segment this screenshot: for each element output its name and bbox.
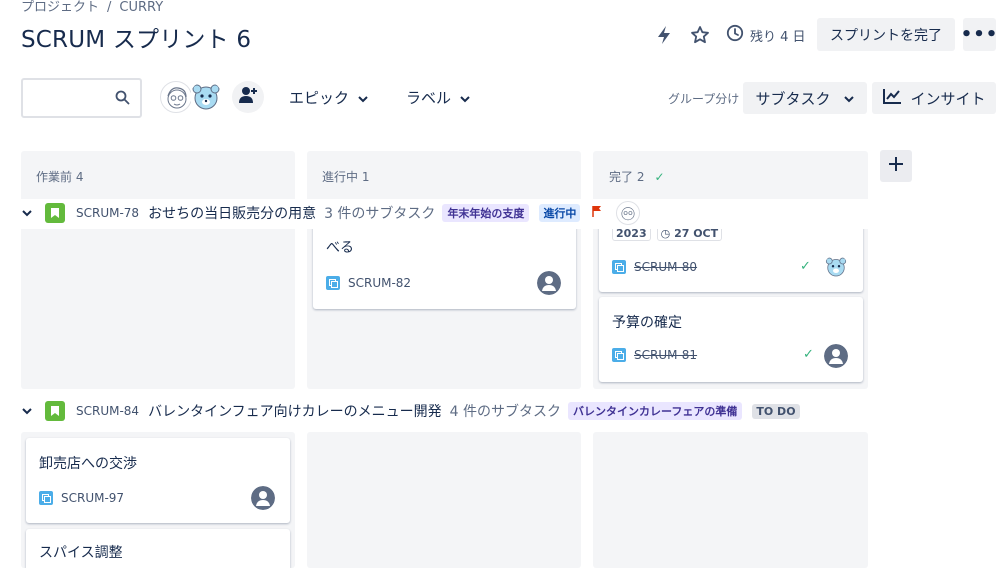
chevron-down-icon (357, 89, 369, 107)
card-spice-adjust[interactable]: スパイス調整 (26, 529, 290, 568)
card-key-row: SCRUM-81 (612, 348, 697, 362)
subtask-icon (39, 491, 53, 505)
days-left-text: 残り 4 日 (750, 29, 806, 45)
insight-chart-icon (882, 87, 902, 109)
column-inprogress-lane2 (307, 432, 581, 568)
swimlane-scrum-84[interactable]: SCRUM-84 バレンタインフェア向けカレーのメニュー開発 4 件のサブタスク… (21, 399, 800, 423)
check-icon: ✓ (654, 169, 665, 184)
group-by-label: グループ分け (668, 92, 740, 106)
swimlane-status-lozenge: TO DO (752, 403, 800, 419)
swimlane-title: おせちの当日販売分の用意 (148, 206, 317, 222)
column-header-inprogress: 進行中 1 (322, 168, 369, 185)
swimlane-key[interactable]: SCRUM-84 (76, 404, 139, 418)
add-person-button[interactable] (232, 81, 264, 113)
sprint-days-left: 残り 4 日 (726, 24, 806, 46)
filter-label-dropdown[interactable]: ラベル (406, 87, 471, 108)
complete-sprint-button[interactable]: スプリントを完了 (817, 18, 955, 51)
more-actions-button[interactable]: ••• (961, 18, 997, 51)
column-count: 1 (361, 170, 370, 184)
page-title: SCRUM スプリント 6 (21, 27, 252, 53)
avatar-default-icon[interactable] (537, 271, 561, 295)
card-scrum-81[interactable]: 予算の確定 SCRUM-81 ✓ (599, 297, 863, 382)
insights-button[interactable]: インサイト (872, 82, 996, 114)
group-by-value: サブタスク (755, 89, 831, 108)
card-title: スパイス調整 (39, 545, 123, 561)
swimlane-title: バレンタインフェア向けカレーのメニュー開発 (148, 404, 442, 420)
card-key-row: SCRUM-97 (39, 491, 124, 505)
clock-icon (726, 24, 744, 46)
card-assignee-avatar[interactable] (824, 255, 848, 279)
swimlane-key[interactable]: SCRUM-78 (76, 206, 139, 220)
check-icon: ✓ (800, 259, 811, 274)
lightning-icon[interactable] (652, 23, 676, 47)
plus-icon (887, 155, 905, 177)
column-name: 進行中 (322, 170, 359, 184)
card-title: 卸売店への交渉 (39, 456, 137, 472)
breadcrumb-separator: / (107, 0, 112, 15)
avatar-user-2[interactable] (190, 81, 222, 113)
column-count: 2 (636, 170, 645, 184)
column-count: 4 (75, 170, 84, 184)
avatar-default-icon[interactable] (824, 344, 848, 368)
column-todo-lane1 (21, 151, 295, 389)
star-icon[interactable] (688, 23, 712, 47)
avatar-default-icon[interactable] (251, 486, 275, 510)
filter-epic-dropdown[interactable]: エピック (289, 87, 369, 108)
breadcrumb-projects-link[interactable]: プロジェクト (21, 0, 99, 15)
card-key[interactable]: SCRUM-82 (348, 276, 411, 290)
breadcrumb-project-link[interactable]: CURRY (119, 0, 163, 15)
chevron-down-icon[interactable] (21, 205, 33, 221)
swimlane-scrum-78[interactable]: SCRUM-78 おせちの当日販売分の用意 3 件のサブタスク 年末年始の支度 … (21, 201, 641, 225)
avatar-user-1[interactable] (160, 81, 192, 113)
column-name: 作業前 (36, 170, 73, 184)
search-box (21, 78, 142, 118)
subtask-icon (612, 260, 626, 274)
card-key[interactable]: SCRUM-81 (634, 348, 697, 362)
search-icon[interactable] (115, 90, 130, 109)
card-key-row: SCRUM-82 (326, 276, 411, 290)
swimlane-subtask-count: 4 件のサブタスク (449, 404, 562, 420)
add-column-button[interactable] (880, 150, 912, 182)
card-key[interactable]: SCRUM-97 (61, 491, 124, 505)
search-input[interactable] (31, 80, 115, 114)
flag-icon (592, 205, 602, 221)
story-icon (45, 401, 65, 421)
chevron-down-icon (843, 89, 855, 107)
subtask-icon (326, 276, 340, 290)
card-scrum-97[interactable]: 卸売店への交渉 SCRUM-97 (26, 438, 290, 523)
card-title: 予算の確定 (612, 315, 682, 331)
swimlane-status-lozenge: 進行中 (539, 204, 581, 222)
swimlane-epic-label: バレンタインカレーフェアの準備 (568, 402, 743, 420)
card-key-row: SCRUM-80 (612, 260, 697, 274)
card-scrum-80[interactable]: 2023 ◷ 27 OCT SCRUM-80 ✓ (599, 222, 863, 292)
filter-epic-label: エピック (289, 89, 350, 107)
swimlane-subtask-count: 3 件のサブタスク (324, 206, 436, 222)
card-scrum-82[interactable]: べる SCRUM-82 (313, 222, 576, 309)
story-icon (45, 203, 65, 223)
column-header-todo: 作業前 4 (36, 168, 83, 185)
check-icon: ✓ (803, 347, 814, 362)
filter-label-label: ラベル (406, 89, 452, 107)
chevron-down-icon (459, 89, 471, 107)
card-key[interactable]: SCRUM-80 (634, 260, 697, 274)
swimlane-epic-label: 年末年始の支度 (442, 204, 530, 222)
card-title: べる (326, 240, 354, 256)
add-person-icon (238, 86, 258, 108)
column-done-lane2 (593, 432, 868, 568)
subtask-icon (612, 348, 626, 362)
chevron-down-icon[interactable] (21, 403, 33, 419)
insights-label: インサイト (910, 89, 986, 108)
column-header-done: 完了 2 ✓ (609, 168, 665, 185)
group-by-dropdown[interactable]: サブタスク (743, 82, 867, 114)
swimlane-assignee-avatar[interactable] (616, 201, 641, 225)
column-name: 完了 (609, 170, 634, 184)
breadcrumb: プロジェクト / CURRY (21, 0, 163, 15)
